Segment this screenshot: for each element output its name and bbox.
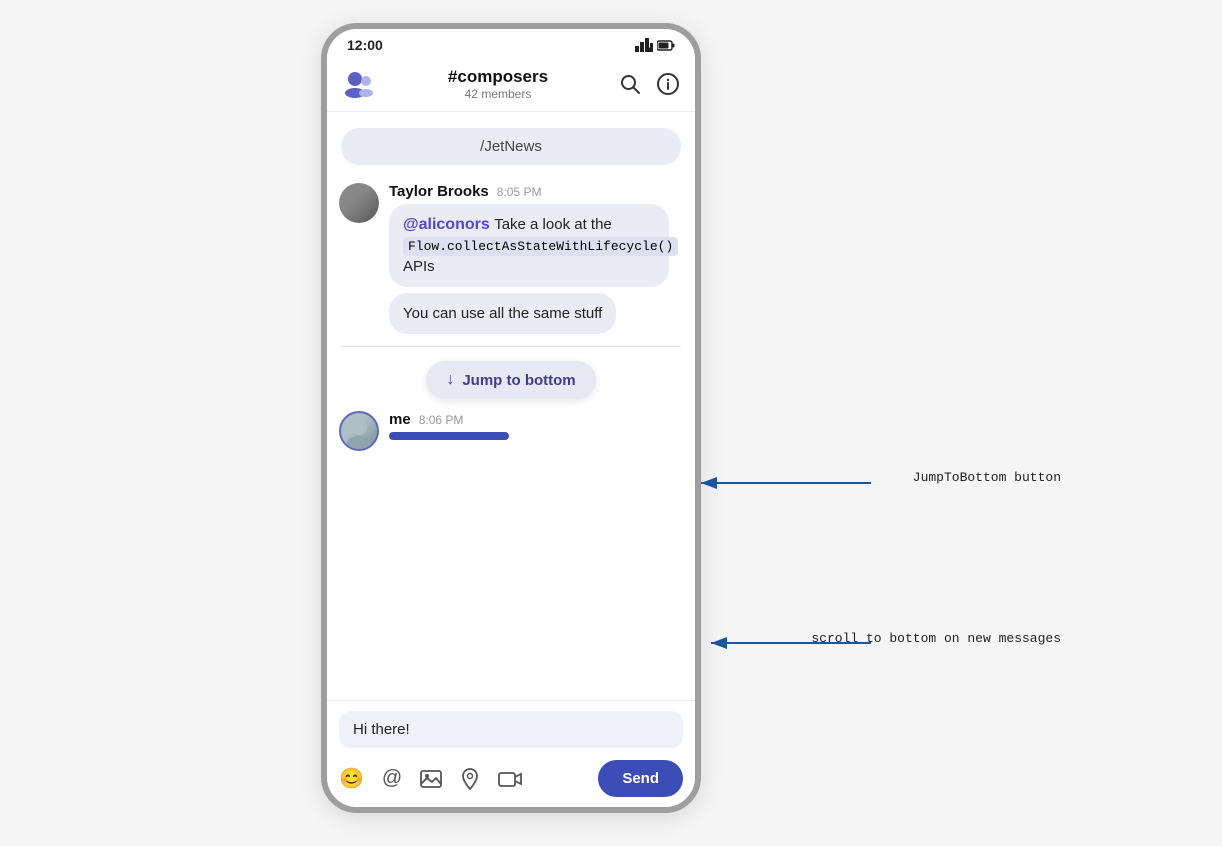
- me-msg-content: me 8:06 PM: [389, 411, 683, 440]
- send-button[interactable]: Send: [598, 760, 683, 797]
- emoji-icon[interactable]: 😊: [339, 766, 364, 791]
- jump-to-bottom-row: ↓ Jump to bottom: [327, 355, 695, 405]
- taylor-msg-time: 8:05 PM: [497, 185, 542, 199]
- nav-title-group: #composers 42 members: [387, 67, 609, 101]
- avatar-me: [339, 411, 379, 451]
- channel-name: #composers: [387, 67, 609, 87]
- avatar-taylor: [339, 183, 379, 223]
- toolbar-icons: 😊 @: [339, 766, 598, 791]
- annotation-jump-label: JumpToBottom button: [913, 470, 1061, 485]
- me-msg-header: me 8:06 PM: [389, 411, 683, 428]
- info-icon[interactable]: [655, 71, 681, 97]
- taylor-message-row: Taylor Brooks 8:05 PM @aliconors Take a …: [327, 177, 695, 346]
- bubble-1-text-prefix: Take a look at the: [494, 216, 612, 233]
- nav-actions: [617, 71, 681, 97]
- taylor-bubble-1: @aliconors Take a look at the Flow.colle…: [389, 204, 669, 287]
- taylor-msg-header: Taylor Brooks 8:05 PM: [389, 183, 683, 200]
- input-row: Hi there!: [327, 701, 695, 754]
- status-bar: 12:00: [327, 29, 695, 57]
- image-icon[interactable]: [420, 768, 442, 790]
- member-count: 42 members: [387, 87, 609, 101]
- bubble-code: Flow.collectAsStateWithLifecycle(): [403, 237, 678, 256]
- signal-icon: [635, 38, 653, 52]
- jump-to-bottom-label: Jump to bottom: [462, 372, 575, 389]
- jump-to-bottom-button[interactable]: ↓ Jump to bottom: [426, 361, 595, 399]
- input-area: Hi there! 😊 @: [327, 700, 695, 807]
- people-icon[interactable]: [341, 65, 379, 103]
- status-time: 12:00: [347, 37, 383, 53]
- search-icon[interactable]: [617, 71, 643, 97]
- mention-icon[interactable]: @: [382, 767, 402, 790]
- avatar-placeholder-taylor: [339, 183, 379, 223]
- annotation-scroll-label: scroll to bottom on new messages: [811, 631, 1061, 646]
- taylor-bubble-2: You can use all the same stuff: [389, 293, 616, 334]
- mention-aliconors: @aliconors: [403, 216, 490, 233]
- toolbar-row: 😊 @: [327, 754, 695, 807]
- me-message-preview: [389, 432, 509, 440]
- jetnews-text: /JetNews: [480, 138, 542, 155]
- chat-area: /JetNews Taylor Brooks 8:05 PM @aliconor…: [327, 112, 695, 680]
- jetnews-message: /JetNews: [341, 128, 681, 165]
- me-msg-time: 8:06 PM: [419, 413, 464, 427]
- me-message-row: me 8:06 PM: [327, 405, 695, 457]
- taylor-msg-content: Taylor Brooks 8:05 PM @aliconors Take a …: [389, 183, 683, 340]
- camera-icon[interactable]: [498, 770, 522, 788]
- nav-bar: #composers 42 members: [327, 57, 695, 112]
- phone-frame: 12:00: [321, 23, 701, 813]
- bubble-2-text: You can use all the same stuff: [403, 305, 602, 322]
- message-input-display: Hi there!: [339, 711, 683, 748]
- location-icon[interactable]: [460, 768, 480, 790]
- input-text: Hi there!: [353, 721, 410, 738]
- bubble-1-text-suffix: APIs: [403, 258, 435, 275]
- me-sender-name: me: [389, 411, 411, 428]
- divider: [341, 346, 681, 347]
- battery-icon: [657, 40, 675, 51]
- taylor-sender-name: Taylor Brooks: [389, 183, 489, 200]
- status-icons: [635, 38, 675, 52]
- jump-arrow-icon: ↓: [446, 371, 454, 389]
